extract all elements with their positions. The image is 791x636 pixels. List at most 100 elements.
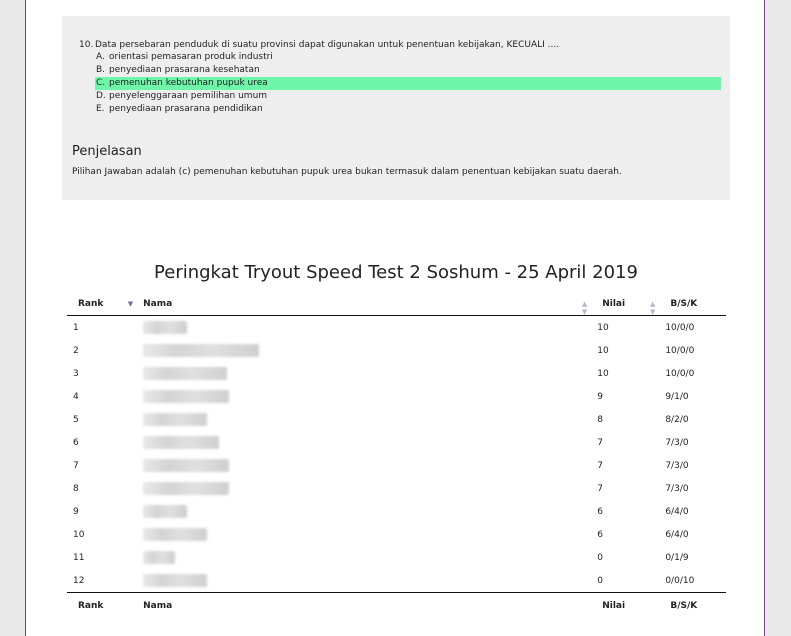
cell-score: 0 [597,575,603,586]
table-row: 8 7 7/3/0 [67,477,726,500]
redacted-name-blur [143,459,230,472]
column-header-label: B/S/K [670,299,698,309]
table-row: 9 6 6/4/0 [67,500,726,523]
redacted-name-blur [143,344,260,357]
footer-score: Nilai [597,592,666,618]
question-text: Data persebaran penduduk di suatu provin… [95,40,560,50]
cell-name-redacted [143,385,597,408]
page-container: 10. Data persebaran penduduk di suatu pro… [25,0,765,636]
table-footer-row: Rank Nama Nilai B/S/K [67,592,726,618]
cell-rank: 7 [73,460,79,471]
cell-name-redacted [143,431,597,454]
cell-score: 9 [597,391,603,402]
cell-name-redacted [143,546,597,569]
sort-both-icon: ▲ ▼ [581,300,588,316]
redacted-name-blur [143,367,228,380]
table-row: 1 10 10/0/0 [67,316,726,340]
column-header-label: Nilai [602,299,626,309]
redacted-name-blur [143,321,188,334]
cell-rank: 11 [73,552,85,563]
option-text: orientasi pemasaran produk industri [109,52,273,62]
cell-score: 10 [597,322,609,333]
table-row: 5 8 8/2/0 [67,408,726,431]
table-body: 1 10 10/0/0 2 10 10/0/0 3 10 10/0/0 4 9 9/1/0 5 8 8/2/… [67,316,726,593]
cell-bsk: 7/3/0 [665,437,689,448]
cell-rank: 8 [73,483,79,494]
cell-score: 7 [597,483,603,494]
column-header-name[interactable]: Nama ▲ ▼ [143,293,598,316]
cell-bsk: 0/0/10 [665,575,695,586]
cell-rank: 4 [73,391,79,402]
footer-bsk: B/S/K [665,592,726,618]
cell-name-redacted [143,316,597,340]
redacted-name-blur [143,436,220,449]
cell-bsk: 8/2/0 [665,414,689,425]
column-header-score[interactable]: Nilai ▲ ▼ [597,293,666,316]
option-letter: A. [96,52,105,62]
table-row: 11 0 0/1/9 [67,546,726,569]
cell-rank: 9 [73,506,79,517]
cell-score: 10 [597,368,609,379]
ranking-title: Peringkat Tryout Speed Test 2 Soshum - 2… [154,262,638,283]
cell-bsk: 7/3/0 [665,483,689,494]
option-text: penyelenggaraan pemilihan umum [109,91,268,101]
cell-bsk: 10/0/0 [665,345,695,356]
cell-score: 8 [597,414,603,425]
option-letter: B. [96,65,106,75]
cell-bsk: 6/4/0 [665,506,689,517]
cell-bsk: 0/1/9 [665,552,689,563]
option-b: B. penyediaan prasarana kesehatan [95,64,721,77]
option-letter: D. [96,91,106,101]
option-letter: E. [96,104,105,114]
table-row: 3 10 10/0/0 [67,362,726,385]
redacted-name-blur [143,505,188,518]
cell-rank: 12 [73,575,85,586]
ranking-table: Rank ▼ Nama ▲ ▼ Nilai ▲ ▼ B/S/K 1 10 10/0/0 2 10 1… [67,293,726,618]
sort-desc-icon: ▼ [127,300,134,308]
option-text: pemenuhan kebutuhan pupuk urea [109,78,268,88]
option-text: penyediaan prasarana pendidikan [109,104,263,114]
cell-rank: 5 [73,414,79,425]
option-d: D. penyelenggaraan pemilihan umum [95,90,721,103]
answer-options: A. orientasi pemasaran produk industri B.… [95,51,721,116]
column-header-label: Rank [78,299,104,309]
table-row: 7 7 7/3/0 [67,454,726,477]
option-e: E. penyediaan prasarana pendidikan [95,103,721,116]
cell-name-redacted [143,500,597,523]
table-row: 4 9 9/1/0 [67,385,726,408]
cell-bsk: 10/0/0 [665,322,695,333]
column-header-rank[interactable]: Rank ▼ [67,293,144,316]
column-header-bsk[interactable]: B/S/K [665,293,726,316]
option-letter: C. [96,78,106,88]
cell-score: 10 [597,345,609,356]
footer-name: Nama [143,592,598,618]
option-c-correct: C. pemenuhan kebutuhan pupuk urea [95,77,721,90]
redacted-name-blur [143,574,208,587]
cell-rank: 1 [73,322,79,333]
redacted-name-blur [143,482,230,495]
cell-rank: 2 [73,345,79,356]
footer-rank: Rank [67,592,144,618]
question-stem: 10. Data persebaran penduduk di suatu pro… [79,39,559,51]
cell-bsk: 10/0/0 [665,368,695,379]
cell-score: 6 [597,506,603,517]
cell-rank: 3 [73,368,79,379]
redacted-name-blur [143,390,230,403]
redacted-name-blur [143,413,208,426]
question-card: 10. Data persebaran penduduk di suatu pro… [62,16,730,200]
cell-name-redacted [143,477,597,500]
cell-score: 7 [597,437,603,448]
explanation-text: Pilihan Jawaban adalah (c) pemenuhan keb… [72,167,622,177]
table-header-row: Rank ▼ Nama ▲ ▼ Nilai ▲ ▼ B/S/K [67,293,726,316]
table-row: 10 6 6/4/0 [67,523,726,546]
option-text: penyediaan prasarana kesehatan [109,65,260,75]
cell-bsk: 9/1/0 [665,391,689,402]
column-header-label: Nama [143,299,173,309]
sort-both-icon: ▲ ▼ [649,300,656,316]
explanation-title: Penjelasan [72,144,142,159]
table-row: 2 10 10/0/0 [67,339,726,362]
cell-rank: 6 [73,437,79,448]
table-row: 6 7 7/3/0 [67,431,726,454]
cell-bsk: 7/3/0 [665,460,689,471]
option-a: A. orientasi pemasaran produk industri [95,51,721,64]
